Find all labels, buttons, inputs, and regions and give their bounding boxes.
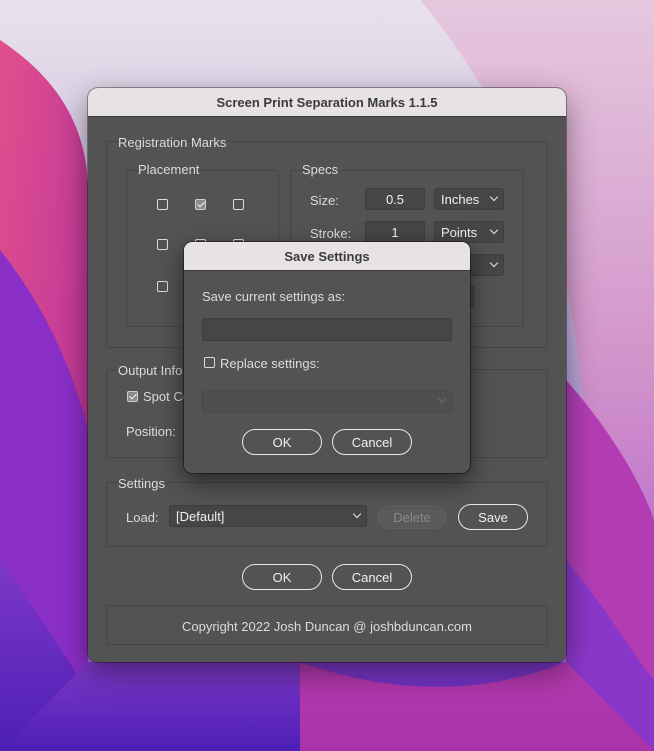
placement-checkbox-top-left[interactable] xyxy=(157,199,168,210)
window-title: Screen Print Separation Marks 1.1.5 xyxy=(88,88,566,117)
position-label: Position: xyxy=(126,424,176,439)
cancel-button[interactable]: Cancel xyxy=(332,564,412,590)
load-settings-value: [Default] xyxy=(176,508,225,524)
ok-button[interactable]: OK xyxy=(242,564,322,590)
spot-colors-label: Spot Co xyxy=(143,389,190,404)
registration-marks-heading: Registration Marks xyxy=(118,135,227,150)
dialog-ok-button[interactable]: OK xyxy=(242,429,322,455)
save-button[interactable]: Save xyxy=(458,504,528,530)
chevron-down-icon xyxy=(352,509,362,519)
size-unit-value: Inches xyxy=(441,191,480,207)
save-settings-dialog: Save Settings Save current settings as: … xyxy=(184,242,470,473)
specs-heading: Specs xyxy=(302,162,339,177)
size-label: Size: xyxy=(310,193,339,208)
replace-settings-label: Replace settings: xyxy=(220,356,320,371)
copyright-text: Copyright 2022 Josh Duncan @ joshbduncan… xyxy=(182,619,472,634)
spot-colors-checkbox[interactable] xyxy=(127,391,138,402)
settings-name-input[interactable] xyxy=(202,318,452,341)
chevron-down-icon xyxy=(437,394,447,404)
delete-button[interactable]: Delete xyxy=(377,505,447,529)
load-settings-select[interactable]: [Default] xyxy=(169,505,367,527)
size-input[interactable]: 0.5 xyxy=(365,188,425,210)
chevron-down-icon xyxy=(489,192,499,202)
stroke-input[interactable]: 1 xyxy=(365,221,425,243)
save-prompt-label: Save current settings as: xyxy=(202,289,346,304)
stroke-unit-select[interactable]: Points xyxy=(434,221,504,243)
dialog-cancel-button[interactable]: Cancel xyxy=(332,429,412,455)
chevron-down-icon xyxy=(489,225,499,235)
replace-settings-checkbox[interactable] xyxy=(204,357,215,368)
dialog-title: Save Settings xyxy=(184,242,470,271)
stroke-label: Stroke: xyxy=(310,226,352,241)
size-unit-select[interactable]: Inches xyxy=(434,188,504,210)
settings-heading: Settings xyxy=(118,476,165,491)
chevron-down-icon xyxy=(489,258,499,268)
load-label: Load: xyxy=(126,510,159,525)
placement-checkbox-bottom-left[interactable] xyxy=(157,281,168,292)
placement-heading: Placement xyxy=(138,162,200,177)
placement-checkbox-middle-left[interactable] xyxy=(157,239,168,250)
placement-checkbox-top-right[interactable] xyxy=(233,199,244,210)
stroke-unit-value: Points xyxy=(441,224,478,240)
output-info-heading: Output Info xyxy=(118,363,183,378)
placement-checkbox-top-center[interactable] xyxy=(195,199,206,210)
replace-settings-select[interactable] xyxy=(202,390,452,413)
